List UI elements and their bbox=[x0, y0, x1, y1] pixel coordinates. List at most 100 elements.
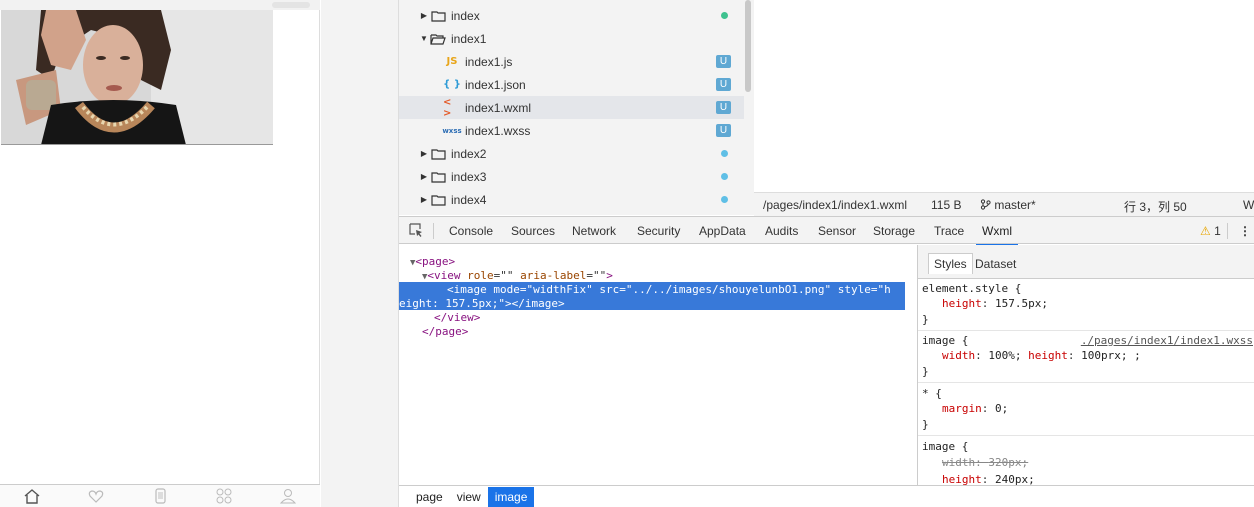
status-bar: /pages/index1/index1.wxml 115 B master* … bbox=[754, 192, 1254, 216]
status-branch-label: master* bbox=[994, 198, 1036, 212]
status-dot bbox=[721, 150, 728, 157]
grid-icon bbox=[216, 488, 232, 504]
inspect-element-icon[interactable] bbox=[409, 223, 424, 241]
json-file-icon: { } bbox=[443, 79, 461, 90]
tree-item-index1-json[interactable]: { } index1.json U bbox=[399, 73, 744, 96]
style-rule-image-wxss[interactable]: image { ./pages/index1/index1.wxss width… bbox=[918, 333, 1254, 383]
tab-dataset[interactable]: Dataset bbox=[970, 254, 1021, 274]
untracked-badge: U bbox=[716, 78, 731, 91]
status-dot bbox=[721, 173, 728, 180]
status-branch[interactable]: master* bbox=[980, 198, 1036, 212]
status-dot bbox=[721, 196, 728, 203]
node-page-close[interactable]: </page> bbox=[422, 325, 468, 338]
tab-trace[interactable]: Trace bbox=[934, 224, 964, 238]
breadcrumb-view[interactable]: view bbox=[450, 487, 488, 507]
warning-icon: ⚠ bbox=[1200, 224, 1211, 238]
breadcrumb: page view image bbox=[399, 485, 1254, 507]
more-options-icon[interactable]: ⋮ bbox=[1239, 224, 1251, 238]
node-view[interactable]: ▼<view role="" aria-label=""> bbox=[422, 269, 613, 282]
status-cursor-position[interactable]: 行 3，列 50 bbox=[1124, 198, 1187, 215]
chevron-right-icon[interactable]: ▶ bbox=[419, 172, 429, 181]
tab-audits[interactable]: Audits bbox=[765, 224, 798, 238]
tab-wxml[interactable]: Wxml bbox=[976, 224, 1018, 246]
untracked-badge: U bbox=[716, 124, 731, 137]
styles-tab-bar: Styles Dataset bbox=[918, 245, 1254, 279]
node-page[interactable]: ▼<page> bbox=[410, 255, 455, 268]
tree-item-label: index1 bbox=[451, 31, 487, 46]
tree-item-label: index bbox=[451, 8, 480, 23]
rule-property[interactable]: height: 157.5px; bbox=[942, 297, 1048, 310]
tree-item-label: index1.wxss bbox=[465, 123, 531, 138]
chevron-down-icon[interactable]: ▼ bbox=[419, 34, 429, 43]
tab-styles[interactable]: Styles bbox=[928, 253, 973, 274]
style-rule-universal[interactable]: * { margin: 0; } bbox=[918, 386, 1254, 436]
tab-divider bbox=[1227, 223, 1228, 239]
tab-storage[interactable]: Storage bbox=[873, 224, 915, 238]
rule-property[interactable]: width: 100%; height: 100prx; ; bbox=[942, 349, 1141, 362]
rule-property-overridden[interactable]: width: 320px; bbox=[942, 456, 1028, 469]
tree-scrollbar[interactable] bbox=[745, 0, 751, 92]
wxml-file-icon: < > bbox=[443, 96, 452, 119]
folder-open-icon bbox=[429, 31, 447, 47]
tree-item-label: index1.js bbox=[465, 54, 513, 69]
styles-pane: Styles Dataset element.style { height: 1… bbox=[917, 245, 1254, 485]
devtools-tab-bar: Console Sources Network Security AppData… bbox=[399, 216, 1254, 246]
chevron-right-icon[interactable]: ▶ bbox=[419, 195, 429, 204]
rule-close-brace: } bbox=[922, 313, 929, 326]
tree-item-index1-wxml[interactable]: < > index1.wxml U bbox=[399, 96, 744, 119]
carousel-image[interactable] bbox=[1, 10, 273, 145]
style-rule-image-default[interactable]: image { width: 320px; height: 240px; bbox=[918, 439, 1254, 485]
breadcrumb-image[interactable]: image bbox=[487, 486, 535, 507]
rule-selector: image { bbox=[922, 440, 969, 453]
tab-sources[interactable]: Sources bbox=[511, 224, 555, 238]
tree-item-index[interactable]: ▶ index bbox=[399, 4, 744, 27]
tab-profile[interactable] bbox=[256, 485, 320, 507]
rule-selector: element.style { bbox=[922, 282, 1022, 295]
tree-item-index1[interactable]: ▼ index1 bbox=[399, 27, 744, 50]
tab-home[interactable] bbox=[0, 485, 64, 507]
tab-appdata[interactable]: AppData bbox=[699, 224, 746, 238]
wxss-file-icon: wxss bbox=[442, 126, 462, 135]
user-icon bbox=[279, 489, 297, 504]
tree-item-index4[interactable]: ▶ index4 bbox=[399, 188, 744, 211]
status-file-size: 115 B bbox=[931, 198, 962, 212]
tree-item-index2[interactable]: ▶ index2 bbox=[399, 142, 744, 165]
home-icon bbox=[24, 489, 40, 504]
tab-console[interactable]: Console bbox=[449, 224, 493, 238]
node-image-line-1: <image mode="widthFix" src="../../images… bbox=[447, 283, 891, 296]
tree-item-index1-js[interactable]: JS index1.js U bbox=[399, 50, 744, 73]
rule-property[interactable]: margin: 0; bbox=[942, 402, 1008, 415]
tree-item-index1-wxss[interactable]: wxss index1.wxss U bbox=[399, 119, 744, 142]
code-editor[interactable] bbox=[754, 0, 1254, 192]
rule-selector: image { bbox=[922, 334, 969, 347]
status-dot bbox=[721, 12, 728, 19]
tab-security[interactable]: Security bbox=[637, 224, 680, 238]
warnings-indicator[interactable]: ⚠ 1 bbox=[1200, 224, 1221, 238]
tab-favorites[interactable] bbox=[64, 485, 128, 507]
node-image-selected[interactable]: <image mode="widthFix" src="../../images… bbox=[399, 282, 905, 310]
tab-sensor[interactable]: Sensor bbox=[818, 224, 856, 238]
heart-icon bbox=[88, 490, 104, 503]
rule-source-link[interactable]: ./pages/index1/index1.wxss bbox=[1081, 334, 1253, 347]
chevron-right-icon[interactable]: ▶ bbox=[419, 11, 429, 20]
chevron-right-icon[interactable]: ▶ bbox=[419, 149, 429, 158]
tab-phone[interactable] bbox=[128, 485, 192, 507]
tree-item-index3[interactable]: ▶ index3 bbox=[399, 165, 744, 188]
breadcrumb-page[interactable]: page bbox=[409, 487, 450, 507]
node-view-close[interactable]: </view> bbox=[434, 311, 480, 324]
status-file-path[interactable]: /pages/index1/index1.wxml bbox=[763, 198, 907, 212]
untracked-badge: U bbox=[716, 101, 731, 114]
tab-network[interactable]: Network bbox=[572, 224, 616, 238]
folder-icon bbox=[429, 146, 447, 162]
js-file-icon: JS bbox=[446, 56, 458, 67]
tab-categories[interactable] bbox=[192, 485, 256, 507]
rule-close-brace: } bbox=[922, 418, 929, 431]
phone-icon bbox=[155, 488, 166, 504]
tree-item-label: index1.json bbox=[465, 77, 526, 92]
style-rule-element[interactable]: element.style { height: 157.5px; } bbox=[918, 281, 1254, 331]
folder-icon bbox=[429, 8, 447, 24]
tab-divider bbox=[433, 223, 434, 239]
portrait-photo bbox=[1, 10, 273, 144]
status-language[interactable]: W bbox=[1243, 198, 1254, 212]
rule-property[interactable]: height: 240px; bbox=[942, 473, 1035, 485]
